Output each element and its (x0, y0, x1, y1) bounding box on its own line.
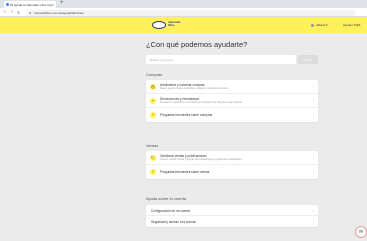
reload-icon[interactable]: ↻ (17, 10, 20, 15)
list-item-seguridad[interactable]: Seguridad y acceso a la cuenta › (146, 216, 318, 227)
chevron-right-icon: › (312, 84, 314, 89)
list-item-gestionar-ventas[interactable]: 🏷 Gestionar ventas y publicaciones Vende… (146, 151, 318, 165)
chevron-right-icon: › (312, 98, 314, 103)
handshake-icon (152, 21, 166, 29)
list-item-faq-ventas[interactable]: ? Preguntas frecuentes sobre ventas › (146, 165, 318, 179)
forward-icon[interactable]: › (11, 9, 13, 15)
url-field[interactable]: ● mercadolibre.com.ar/ayuda/tabs/view (26, 9, 356, 16)
chevron-right-icon: › (312, 112, 314, 117)
chat-icon[interactable]: ✉ (355, 226, 367, 238)
list-item-label: Preguntas frecuentes sobre ventas (160, 170, 210, 174)
tag-icon: 🏷 (150, 155, 156, 161)
list-item-faq-compras[interactable]: ? Preguntas frecuentes sobre compras › (146, 108, 318, 122)
chevron-right-icon: › (312, 208, 314, 213)
question-icon: ? (150, 112, 156, 118)
browser-tab-bar: Mi ayuda en Mercado Libre Arg × + (0, 0, 367, 8)
address-bar: ‹ › ↻ ● mercadolibre.com.ar/ayuda/tabs/v… (0, 8, 367, 17)
site-header: mercado libre Aldana ▾ Ayuda / PQR (0, 17, 367, 33)
list-item-description: Pagar, seguir envíos, modificar, reclama… (160, 87, 229, 90)
close-tab-icon[interactable]: × (52, 2, 54, 7)
favicon-icon (6, 3, 9, 6)
list-item-description: Devolver un producto o consultar por rei… (160, 101, 242, 104)
chevron-right-icon: › (312, 155, 314, 160)
section-title-compras: Compras (146, 72, 163, 77)
section-title-cuenta: Ayuda sobre tu cuenta (146, 196, 186, 201)
lock-icon: ● (29, 10, 32, 15)
browser-tab[interactable]: Mi ayuda en Mercado Libre Arg × (4, 1, 56, 8)
search-button[interactable]: Buscar (298, 55, 318, 64)
cuenta-card: Configuración de mi cuenta › Seguridad y… (146, 205, 318, 227)
list-item-label: Seguridad y acceso a la cuenta (151, 220, 196, 224)
mercadolibre-logo[interactable]: mercado libre (152, 20, 186, 30)
new-tab-button[interactable]: + (60, 0, 64, 6)
list-item-label: Preguntas frecuentes sobre compras (160, 113, 213, 117)
compras-card: 🛍 Administrar y cancelar compras Pagar, … (146, 80, 318, 122)
back-icon[interactable]: ‹ (4, 9, 6, 15)
search-input[interactable]: Buscar en Ayuda (146, 55, 296, 64)
list-item-configuracion[interactable]: Configuración de mi cuenta › (146, 205, 318, 216)
list-item-devoluciones[interactable]: ↩ Devoluciones y reembolsos Devolver un … (146, 94, 318, 108)
section-title-ventas: Ventas (146, 143, 159, 148)
avatar[interactable] (311, 23, 314, 27)
list-item-administrar-compras[interactable]: 🛍 Administrar y cancelar compras Pagar, … (146, 80, 318, 94)
return-icon: ↩ (150, 98, 156, 104)
chevron-right-icon: › (312, 169, 314, 174)
user-menu[interactable]: Aldana ▾ (316, 23, 328, 27)
question-icon: ? (150, 169, 156, 175)
url-text: mercadolibre.com.ar/ayuda/tabs/view (34, 11, 84, 15)
ventas-card: 🏷 Gestionar ventas y publicaciones Vende… (146, 151, 318, 179)
help-link[interactable]: Ayuda / PQR (343, 23, 360, 27)
list-item-label: Configuración de mi cuenta (151, 209, 190, 213)
list-item-description: Vender, cobrar, enviar, mejorar las publ… (160, 158, 243, 161)
tab-title: Mi ayuda en Mercado Libre Arg (10, 3, 52, 7)
chevron-right-icon: › (312, 219, 314, 224)
page-title: ¿Con qué podemos ayudarte? (146, 40, 248, 49)
logo-text: mercado libre (168, 20, 181, 28)
shopping-bag-icon: 🛍 (150, 84, 156, 90)
